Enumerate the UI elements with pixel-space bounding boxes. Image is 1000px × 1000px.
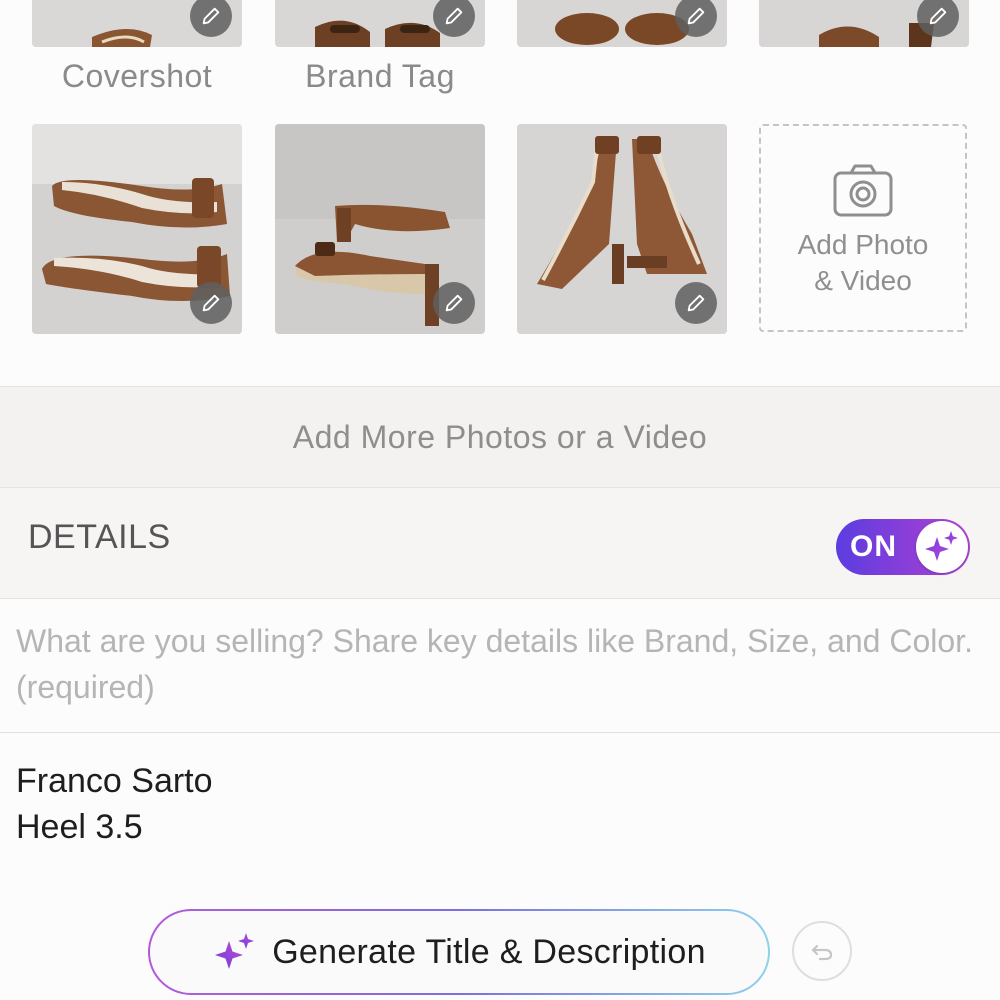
pencil-icon — [687, 294, 705, 312]
generate-title-description-button[interactable]: Generate Title & Description — [148, 909, 770, 995]
details-prompt-placeholder[interactable]: What are you selling? Share key details … — [16, 618, 986, 710]
undo-icon — [811, 944, 833, 961]
edit-photo-button[interactable] — [675, 282, 717, 324]
sparkle-icon — [925, 531, 958, 561]
toggle-state-label: ON — [850, 530, 897, 563]
details-title: DETAILS — [28, 518, 171, 556]
pencil-icon — [445, 294, 463, 312]
brand-tag-label: Brand Tag — [305, 58, 455, 94]
pencil-icon — [687, 7, 705, 25]
camera-icon — [833, 164, 893, 217]
photo-tile[interactable] — [32, 124, 242, 334]
photo-tile-covershot[interactable] — [32, 0, 242, 47]
toggle-knob — [916, 521, 968, 573]
photo-tile[interactable] — [517, 0, 727, 47]
photo-tile-brand-tag[interactable] — [275, 0, 485, 47]
add-more-photos-label: Add More Photos or a Video — [292, 418, 708, 455]
sparkle-icon — [215, 933, 255, 969]
add-more-photos-button[interactable]: Add More Photos or a Video — [0, 386, 1000, 488]
pencil-icon — [929, 7, 947, 25]
generate-button-inner: Generate Title & Description — [150, 911, 768, 993]
edit-photo-button[interactable] — [190, 282, 232, 324]
pencil-icon — [202, 294, 220, 312]
undo-button[interactable] — [792, 921, 852, 981]
add-photo-video-button[interactable]: Add Photo & Video — [759, 124, 967, 332]
pencil-icon — [445, 7, 463, 25]
details-header: DETAILS ON — [0, 488, 1000, 599]
photo-grid: Covershot Brand Tag Add Photo & Video — [0, 0, 1000, 385]
photo-tile[interactable] — [517, 124, 727, 334]
pencil-icon — [202, 7, 220, 25]
covershot-label: Covershot — [61, 58, 213, 94]
details-description-input[interactable]: Franco Sarto Heel 3.5 — [16, 758, 956, 850]
add-photo-video-label: Add Photo & Video — [797, 229, 929, 296]
photo-tile[interactable] — [759, 0, 969, 47]
photo-tile[interactable] — [275, 124, 485, 334]
edit-photo-button[interactable] — [433, 282, 475, 324]
ai-assist-toggle[interactable]: ON — [836, 519, 970, 575]
divider — [0, 732, 1000, 733]
generate-button-label: Generate Title & Description — [272, 932, 706, 971]
